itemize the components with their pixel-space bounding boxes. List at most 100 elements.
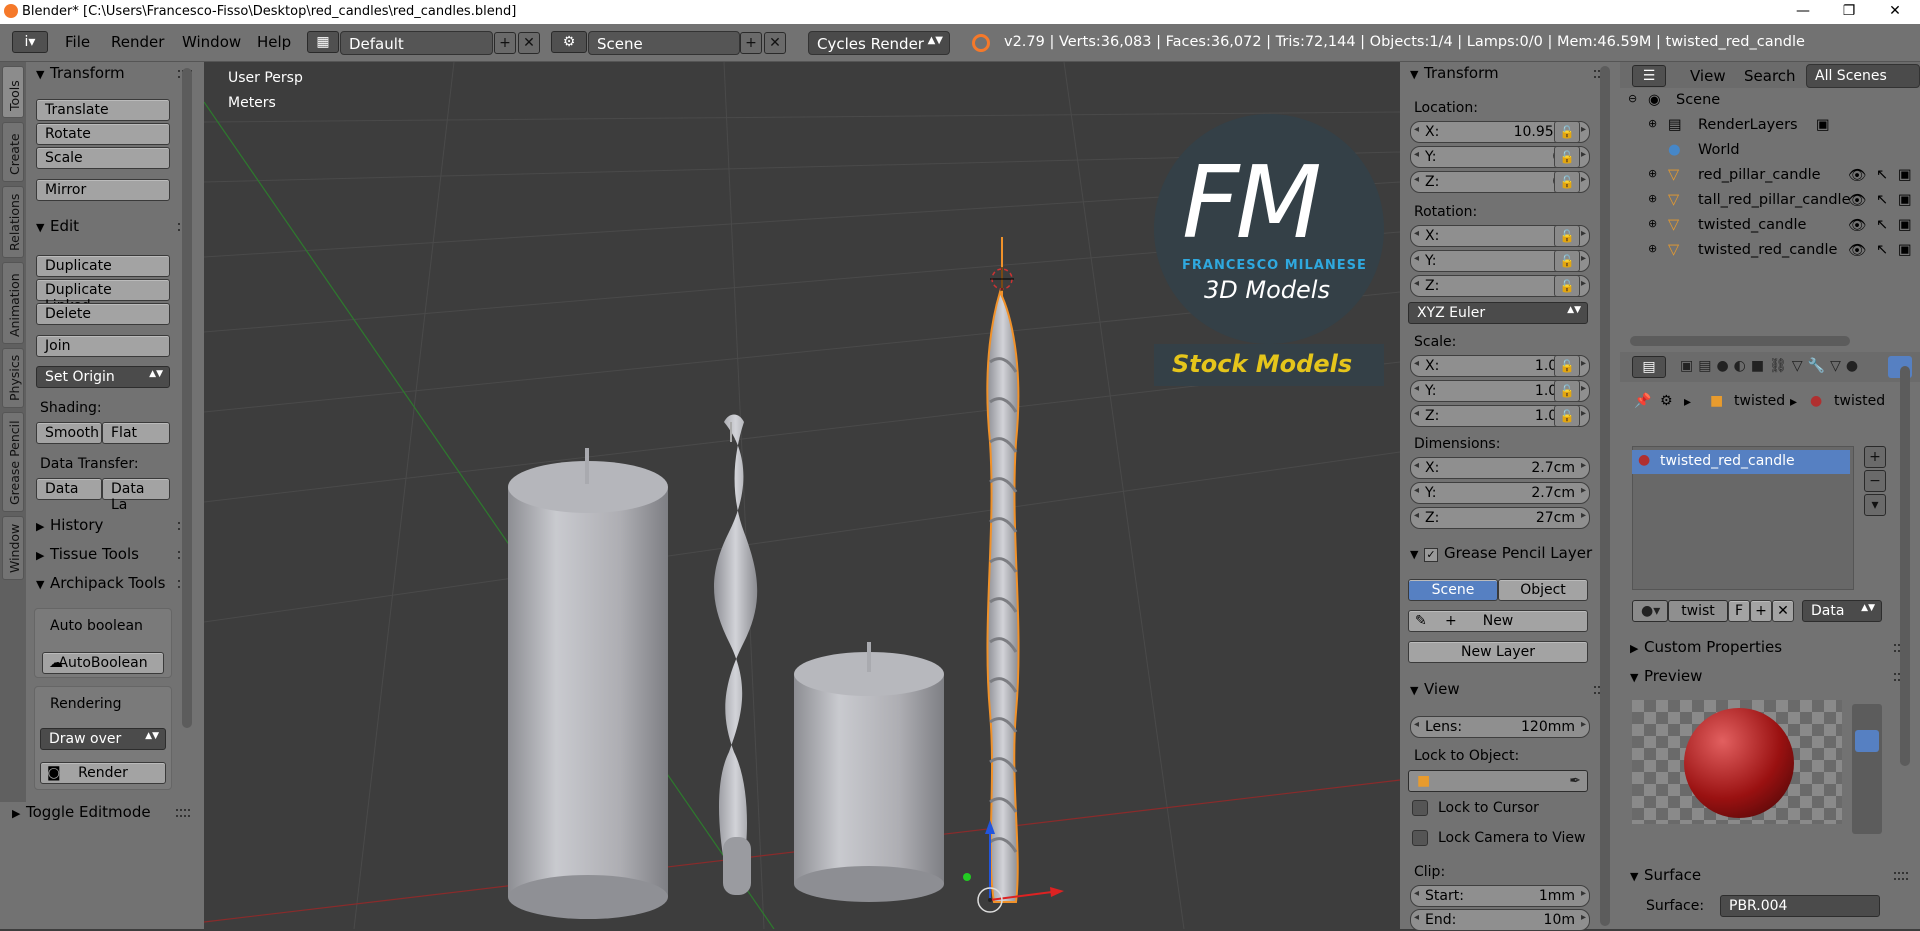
transform-panel-header[interactable]: ▼ Transform (36, 64, 125, 82)
outliner-editor-icon[interactable]: ☰ (1632, 65, 1666, 87)
gp-new-button[interactable]: ✎ + New (1408, 610, 1588, 632)
cursor-icon[interactable]: ↖ (1876, 242, 1888, 258)
surface-header[interactable]: ▼ Surface (1630, 866, 1701, 884)
cursor-icon[interactable]: ↖ (1876, 192, 1888, 208)
minimize-button[interactable]: — (1780, 0, 1826, 24)
unlink-material-icon[interactable]: ✕ (1772, 600, 1794, 622)
tab-animation[interactable]: Animation (2, 262, 24, 344)
render-toggle-icon[interactable]: ▣ (1898, 167, 1912, 183)
outliner-view-menu[interactable]: View (1690, 67, 1726, 85)
join-button[interactable]: Join (36, 335, 170, 357)
dimension-x-field[interactable]: X:2.7cm (1410, 457, 1590, 479)
scene-icon[interactable]: ⚙ (551, 31, 587, 53)
lock-rotation-z-icon[interactable]: 🔓 (1554, 275, 1580, 297)
menu-window[interactable]: Window (182, 33, 241, 51)
translate-button[interactable]: Translate (36, 99, 170, 121)
gp-checkbox-icon[interactable]: ✓ (1424, 548, 1438, 562)
mirror-button[interactable]: Mirror (36, 179, 170, 201)
preview-sphere-button[interactable] (1855, 730, 1879, 752)
outliner-row-twisted-red-candle[interactable]: ⊕ ▽ twisted_red_candle 👁 ↖ ▣ (1620, 242, 1920, 266)
rotation-mode-select[interactable]: XYZ Euler ▲▼ (1408, 302, 1588, 324)
outliner-row-red-pillar-candle[interactable]: ⊕ ▽ red_pillar_candle 👁 ↖ ▣ (1620, 167, 1920, 191)
edit-panel-header[interactable]: ▼ Edit (36, 217, 79, 235)
cursor-icon[interactable]: ↖ (1876, 217, 1888, 233)
autoboolean-button[interactable]: ☁ AutoBoolean (42, 652, 164, 674)
data-transfer-button[interactable]: Data (36, 478, 102, 500)
layout-grid-icon[interactable]: ▦ (307, 31, 339, 53)
dimension-y-field[interactable]: Y:2.7cm (1410, 482, 1590, 504)
set-origin-select[interactable]: Set Origin ▲▼ (36, 366, 170, 388)
outliner-row-world[interactable]: ● World (1620, 142, 1920, 166)
material-browse-icon[interactable]: ●▾ (1632, 600, 1668, 622)
fake-user-button[interactable]: F (1728, 600, 1750, 622)
eyedropper-icon[interactable]: ✒ (1569, 773, 1581, 789)
lock-cursor-checkbox[interactable] (1412, 800, 1428, 816)
history-panel-header[interactable]: ▶ History (36, 516, 103, 534)
clip-end-field[interactable]: End:10m (1410, 909, 1590, 931)
remove-slot-icon[interactable]: − (1864, 470, 1886, 492)
properties-scrollbar[interactable] (1900, 366, 1910, 766)
context-tabs[interactable]: ▣▤●◐■⛓▽🔧▽● (1680, 358, 1863, 374)
eye-icon[interactable]: 👁 (1848, 192, 1866, 209)
render-engine-select[interactable]: Cycles Render ▲▼ (808, 31, 950, 55)
outliner-search-menu[interactable]: Search (1744, 67, 1796, 85)
new-material-icon[interactable]: + (1750, 600, 1772, 622)
add-layout-icon[interactable]: + (494, 32, 516, 54)
dimension-z-field[interactable]: Z:27cm (1410, 507, 1590, 529)
eye-icon[interactable]: 👁 (1848, 217, 1866, 234)
render-toggle-icon[interactable]: ▣ (1898, 242, 1912, 258)
remove-scene-icon[interactable]: ✕ (764, 32, 786, 54)
gp-new-layer-button[interactable]: New Layer (1408, 641, 1588, 663)
clip-start-field[interactable]: Start:1mm (1410, 885, 1590, 907)
outliner-row-renderlayers[interactable]: ⊕ ▤ RenderLayers ▣ (1620, 117, 1920, 141)
add-slot-icon[interactable]: + (1864, 446, 1886, 468)
rotate-button[interactable]: Rotate (36, 123, 170, 145)
lock-location-y-icon[interactable]: 🔓 (1554, 146, 1580, 168)
lock-scale-z-icon[interactable]: 🔓 (1554, 405, 1580, 427)
duplicate-button[interactable]: Duplicate (36, 255, 170, 277)
screen-layout-field[interactable]: Default (340, 31, 493, 55)
lock-scale-y-icon[interactable]: 🔓 (1554, 380, 1580, 402)
data-layout-button[interactable]: Data La (102, 478, 170, 513)
render-toggle-icon[interactable]: ▣ (1898, 217, 1912, 233)
outliner-row-twisted-candle[interactable]: ⊕ ▽ twisted_candle 👁 ↖ ▣ (1620, 217, 1920, 241)
lock-location-x-icon[interactable]: 🔓 (1554, 121, 1580, 143)
menu-help[interactable]: Help (257, 33, 291, 51)
tab-tools[interactable]: Tools (2, 66, 24, 118)
custom-properties-header[interactable]: ▶ Custom Properties (1630, 638, 1782, 656)
render-button[interactable]: ◙ Render (40, 762, 166, 784)
outliner-hscrollbar[interactable] (1630, 336, 1850, 346)
flat-button[interactable]: Flat (102, 422, 170, 444)
lock-camera-checkbox[interactable] (1412, 830, 1428, 846)
material-name-field[interactable]: twist (1668, 600, 1728, 622)
scale-button[interactable]: Scale (36, 147, 170, 169)
view-panel-header[interactable]: ▼ View (1410, 680, 1460, 698)
n-transform-header[interactable]: ▼ Transform (1410, 64, 1499, 82)
tab-create[interactable]: Create (2, 122, 24, 182)
pin-icon[interactable]: 📌 (1634, 393, 1651, 409)
lens-field[interactable]: Lens:120mm (1410, 716, 1590, 738)
properties-editor-icon[interactable]: ▤ (1632, 356, 1666, 378)
editor-type-info-icon[interactable]: i▾ (12, 31, 48, 53)
archipack-panel-header[interactable]: ▼ Archipack Tools (36, 574, 176, 592)
preview-header[interactable]: ▼ Preview (1630, 667, 1702, 685)
duplicate-linked-button[interactable]: Duplicate Linked (36, 279, 170, 314)
remove-layout-icon[interactable]: ✕ (518, 32, 540, 54)
draw-over-select[interactable]: Draw over ▲▼ (40, 728, 166, 750)
tab-grease-pencil[interactable]: Grease Pencil (2, 412, 24, 512)
material-link-select[interactable]: Data ▲▼ (1802, 600, 1882, 622)
tab-relations[interactable]: Relations (2, 186, 24, 258)
lock-rotation-x-icon[interactable]: 🔓 (1554, 225, 1580, 247)
add-scene-icon[interactable]: + (740, 32, 762, 54)
lock-rotation-y-icon[interactable]: 🔓 (1554, 250, 1580, 272)
lock-object-field[interactable]: ■ ✒ (1408, 770, 1588, 792)
tissue-tools-panel-header[interactable]: ▶ Tissue Tools (36, 545, 139, 563)
cursor-icon[interactable]: ↖ (1876, 167, 1888, 183)
menu-render[interactable]: Render (111, 33, 164, 51)
panel-grip-icon[interactable] (1894, 872, 1908, 880)
gp-object-tab[interactable]: Object (1498, 579, 1588, 601)
eye-icon[interactable]: 👁 (1848, 242, 1866, 259)
lock-scale-x-icon[interactable]: 🔓 (1554, 355, 1580, 377)
menu-file[interactable]: File (65, 33, 90, 51)
toolshelf-scrollbar[interactable] (182, 68, 192, 728)
